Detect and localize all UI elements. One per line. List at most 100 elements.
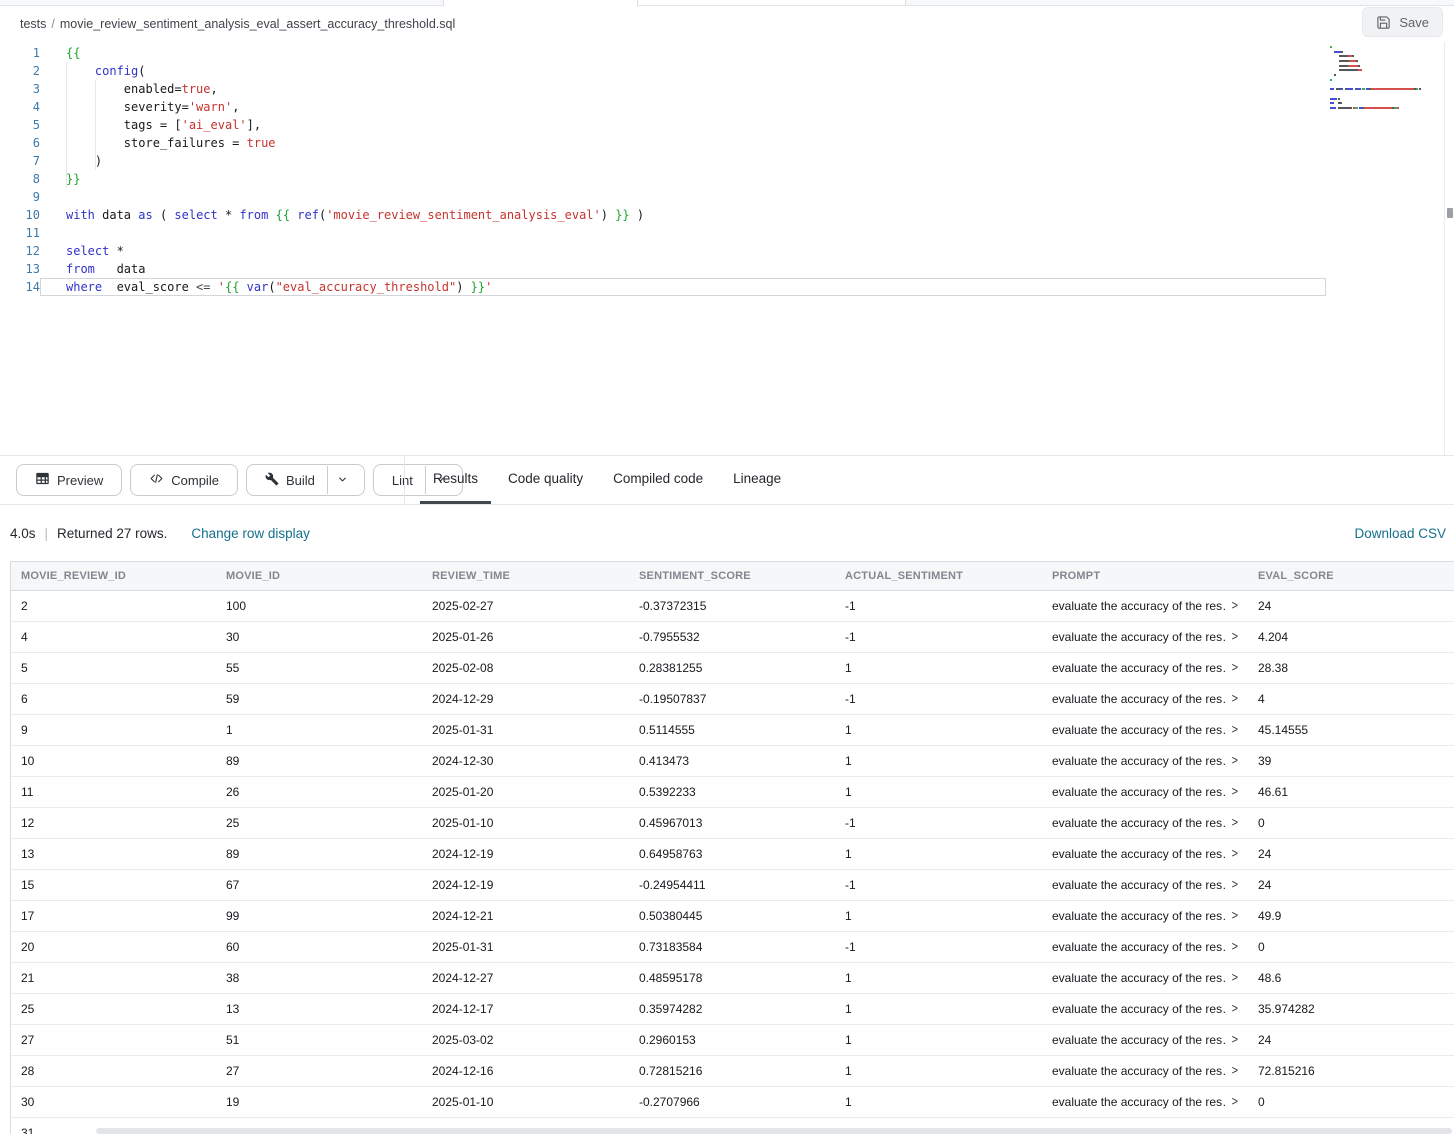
- expand-cell-icon[interactable]: >: [1232, 1033, 1238, 1047]
- table-row[interactable]: 4302025-01-26-0.7955532-1evaluate the ac…: [11, 622, 1454, 653]
- table-row[interactable]: 28272024-12-160.728152161evaluate the ac…: [11, 1056, 1454, 1087]
- table-cell: -0.19507837: [629, 684, 835, 714]
- table-row[interactable]: 6592024-12-29-0.19507837-1evaluate the a…: [11, 684, 1454, 715]
- code-line[interactable]: 14where eval_score <= '{{ var("eval_accu…: [0, 278, 1326, 296]
- expand-cell-icon[interactable]: >: [1232, 971, 1238, 985]
- editor-minimap[interactable]: [1330, 46, 1442, 112]
- table-cell: 27: [216, 1056, 422, 1086]
- breadcrumb-folder[interactable]: tests: [20, 17, 46, 31]
- download-csv-link[interactable]: Download CSV: [1354, 526, 1446, 541]
- column-header[interactable]: SENTIMENT_SCORE: [629, 562, 835, 590]
- code-line[interactable]: 4 severity='warn',: [0, 98, 1326, 116]
- table-row[interactable]: 11262025-01-200.53922331evaluate the acc…: [11, 777, 1454, 808]
- code-line[interactable]: 5 tags = ['ai_eval'],: [0, 116, 1326, 134]
- column-header[interactable]: ACTUAL_SENTIMENT: [835, 562, 1042, 590]
- table-row[interactable]: 12252025-01-100.45967013-1evaluate the a…: [11, 808, 1454, 839]
- column-header[interactable]: REVIEW_TIME: [422, 562, 629, 590]
- table-cell: -1: [835, 684, 1042, 714]
- table-row[interactable]: 21382024-12-270.485951781evaluate the ac…: [11, 963, 1454, 994]
- table-cell: 11: [11, 777, 216, 807]
- build-dropdown-toggle[interactable]: [327, 466, 358, 494]
- horizontal-scrollbar-handle[interactable]: [96, 1128, 1452, 1134]
- save-button[interactable]: Save: [1362, 7, 1443, 37]
- build-button[interactable]: Build: [246, 464, 365, 496]
- expand-cell-icon[interactable]: >: [1232, 661, 1238, 675]
- table-cell: 59: [216, 684, 422, 714]
- expand-cell-icon[interactable]: >: [1232, 1064, 1238, 1078]
- table-row[interactable]: 5552025-02-080.283812551evaluate the acc…: [11, 653, 1454, 684]
- code-line[interactable]: 8}}: [0, 170, 1326, 188]
- table-cell: 1: [835, 653, 1042, 683]
- expand-cell-icon[interactable]: >: [1232, 754, 1238, 768]
- minimap-line: [1330, 60, 1442, 62]
- editor-scrollbar-track[interactable]: [1444, 42, 1454, 455]
- breadcrumb-filename[interactable]: movie_review_sentiment_analysis_eval_ass…: [60, 17, 455, 31]
- expand-cell-icon[interactable]: >: [1232, 599, 1238, 613]
- expand-cell-icon[interactable]: >: [1232, 1002, 1238, 1016]
- code-line[interactable]: 11: [0, 224, 1326, 242]
- editor-scrollbar-handle[interactable]: [1447, 208, 1453, 218]
- column-header[interactable]: PROMPT: [1042, 562, 1248, 590]
- column-header[interactable]: EVAL_SCORE: [1248, 562, 1454, 590]
- table-row[interactable]: 17992024-12-210.503804451evaluate the ac…: [11, 901, 1454, 932]
- code-line[interactable]: 10with data as ( select * from {{ ref('m…: [0, 206, 1326, 224]
- table-row[interactable]: 15672024-12-19-0.24954411-1evaluate the …: [11, 870, 1454, 901]
- table-row[interactable]: 30192025-01-10-0.27079661evaluate the ac…: [11, 1087, 1454, 1118]
- table-row[interactable]: 27512025-03-020.29601531evaluate the acc…: [11, 1025, 1454, 1056]
- preview-button[interactable]: Preview: [16, 464, 122, 496]
- table-row[interactable]: 13892024-12-190.649587631evaluate the ac…: [11, 839, 1454, 870]
- expand-cell-icon[interactable]: >: [1232, 1095, 1238, 1109]
- prompt-cell: evaluate the accuracy of the res…>: [1042, 1025, 1248, 1055]
- minimap-line: [1330, 65, 1442, 67]
- tab-code-quality[interactable]: Code quality: [495, 456, 596, 504]
- expand-cell-icon[interactable]: >: [1232, 909, 1238, 923]
- table-row[interactable]: 10892024-12-300.4134731evaluate the accu…: [11, 746, 1454, 777]
- table-row[interactable]: 21002025-02-27-0.37372315-1evaluate the …: [11, 591, 1454, 622]
- table-cell: 1: [835, 1056, 1042, 1086]
- table-cell: 2024-12-30: [422, 746, 629, 776]
- table-cell: 0.48595178: [629, 963, 835, 993]
- save-icon: [1376, 15, 1391, 30]
- table-cell: 55: [216, 653, 422, 683]
- prompt-cell: evaluate the accuracy of the res…>: [1042, 622, 1248, 652]
- expand-cell-icon[interactable]: >: [1232, 940, 1238, 954]
- table-cell: 2024-12-17: [422, 994, 629, 1024]
- expand-cell-icon[interactable]: >: [1232, 692, 1238, 706]
- table-cell: 89: [216, 839, 422, 869]
- expand-cell-icon[interactable]: >: [1232, 630, 1238, 644]
- table-row[interactable]: 25132024-12-170.359742821evaluate the ac…: [11, 994, 1454, 1025]
- expand-cell-icon[interactable]: >: [1232, 878, 1238, 892]
- breadcrumb: tests / movie_review_sentiment_analysis_…: [20, 17, 455, 31]
- compile-button[interactable]: Compile: [130, 464, 238, 496]
- column-header[interactable]: MOVIE_REVIEW_ID: [11, 562, 216, 590]
- code-line[interactable]: 12select *: [0, 242, 1326, 260]
- line-number: 5: [0, 116, 40, 134]
- expand-cell-icon[interactable]: >: [1232, 847, 1238, 861]
- tab-compiled-code[interactable]: Compiled code: [600, 456, 716, 504]
- expand-cell-icon[interactable]: >: [1232, 816, 1238, 830]
- table-cell: 1: [835, 777, 1042, 807]
- table-row[interactable]: 20602025-01-310.73183584-1evaluate the a…: [11, 932, 1454, 963]
- code-line[interactable]: 1{{: [0, 44, 1326, 62]
- code-line[interactable]: 9: [0, 188, 1326, 206]
- tab-results[interactable]: Results: [420, 456, 491, 504]
- column-header[interactable]: MOVIE_ID: [216, 562, 422, 590]
- code-line[interactable]: 6 store_failures = true: [0, 134, 1326, 152]
- expand-cell-icon[interactable]: >: [1232, 723, 1238, 737]
- code-text: config(: [40, 62, 1326, 80]
- change-row-display-link[interactable]: Change row display: [191, 526, 310, 541]
- table-cell: -0.7955532: [629, 622, 835, 652]
- code-line[interactable]: 7 ): [0, 152, 1326, 170]
- code-line[interactable]: 13from data: [0, 260, 1326, 278]
- table-cell: 6: [11, 684, 216, 714]
- line-number: 7: [0, 152, 40, 170]
- table-row[interactable]: 912025-01-310.51145551evaluate the accur…: [11, 715, 1454, 746]
- line-number: 13: [0, 260, 40, 278]
- table-cell: 0.50380445: [629, 901, 835, 931]
- expand-cell-icon[interactable]: >: [1232, 785, 1238, 799]
- code-line[interactable]: 3 enabled=true,: [0, 80, 1326, 98]
- code-line[interactable]: 2 config(: [0, 62, 1326, 80]
- tab-lineage[interactable]: Lineage: [720, 456, 794, 504]
- code-editor[interactable]: 1{{2 config(3 enabled=true,4 severity='w…: [0, 42, 1454, 455]
- table-cell: 0.64958763: [629, 839, 835, 869]
